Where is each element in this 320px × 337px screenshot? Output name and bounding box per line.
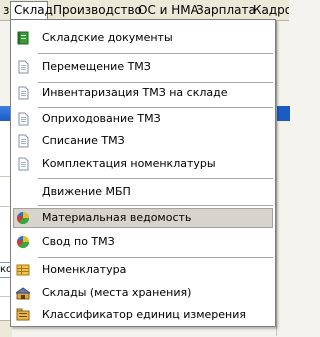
menu-item-proizvodstvo[interactable]: Производство [50, 1, 145, 19]
menu-item-nomenclature[interactable]: Номенклатура [13, 260, 273, 280]
menubar: з Склад Производство ОС и НМА Зарплата К… [0, 0, 289, 21]
menu-separator [38, 257, 273, 258]
journal-book-icon [17, 31, 29, 45]
menu-item-mbp-movement[interactable]: Движение МБП [13, 182, 273, 202]
menu-item-tmz-writeoff[interactable]: Списание ТМЗ [13, 131, 273, 151]
menu-item-tmz-inventory[interactable]: Инвентаризация ТМЗ на складе [13, 83, 273, 103]
menu-separator [38, 53, 273, 54]
menu-item-nomenclature-assembly[interactable]: Комплектация номенклатуры [13, 154, 273, 174]
report-icon [17, 212, 30, 225]
menu-item-units-classifier[interactable]: Классификатор единиц измерения [13, 305, 273, 325]
menu-item-warehouse-documents[interactable]: Складские документы [13, 28, 273, 48]
menu-item-label: Перемещение ТМЗ [42, 60, 151, 73]
menu-item-material-statement[interactable]: Материальная ведомость [13, 208, 273, 228]
menu-item-label: Оприходование ТМЗ [42, 112, 161, 125]
menu-separator [38, 107, 273, 108]
menu-item-label: Движение МБП [42, 185, 131, 198]
menu-item-label: Комплектация номенклатуры [42, 157, 216, 170]
document-icon [18, 157, 29, 171]
classifier-icon [16, 308, 30, 321]
menu-item-label: Списание ТМЗ [42, 134, 125, 147]
menu-item-os-nma[interactable]: ОС и НМА [135, 1, 202, 19]
menu-item-warehouses[interactable]: Склады (места хранения) [13, 283, 273, 303]
menu-item-zarplata[interactable]: Зарплата [193, 1, 259, 19]
warehouse-icon [16, 287, 30, 300]
report-icon [17, 236, 30, 249]
catalog-icon [16, 264, 30, 276]
document-icon [18, 86, 29, 100]
menu-item-sklad[interactable]: Склад [10, 1, 53, 19]
menu-separator [38, 205, 273, 206]
document-icon [18, 60, 29, 74]
menu-separator [38, 178, 273, 179]
background-right-panel [276, 20, 290, 336]
menu-item-label: Классификатор единиц измерения [42, 308, 246, 321]
menu-item-label: Свод по ТМЗ [42, 235, 115, 248]
menu-item-tmz-summary[interactable]: Свод по ТМЗ [13, 232, 273, 252]
menu-item-tmz-transfer[interactable]: Перемещение ТМЗ [13, 57, 273, 77]
menu-item-label: Склады (места хранения) [42, 286, 192, 299]
menu-item-label: Номенклатура [42, 263, 127, 276]
background-right-titlebar [277, 106, 290, 121]
menu-item-label: Материальная ведомость [42, 211, 192, 224]
menu-item-label: Складские документы [42, 31, 173, 44]
sklad-dropdown-menu: Складские документы Перемещение ТМЗ Инве… [10, 19, 276, 327]
menu-item-tmz-receipt[interactable]: Оприходование ТМЗ [13, 109, 273, 129]
document-icon [18, 134, 29, 148]
menu-item-kadrovy[interactable]: Кадровый [250, 1, 289, 19]
menu-item-label: Инвентаризация ТМЗ на складе [42, 86, 228, 99]
document-icon [18, 112, 29, 126]
